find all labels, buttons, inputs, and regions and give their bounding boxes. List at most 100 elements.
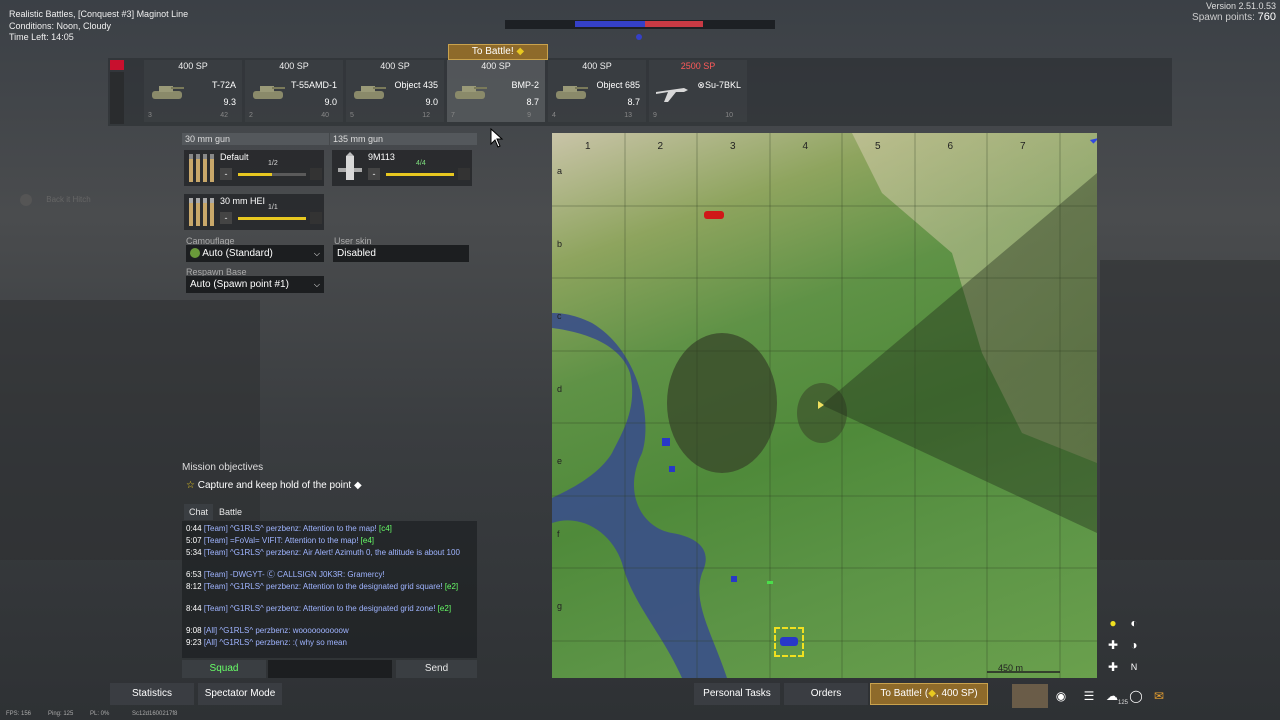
chat-text: [Team] ^G1RLS^ perzbenz: Attention to th… bbox=[203, 604, 436, 613]
map-row-label: a bbox=[557, 166, 563, 176]
vehicle-battle-rating: 8.7 bbox=[627, 97, 640, 107]
vehicle-slot[interactable]: 400 SP T-55AMD-1 9.0 2 40 bbox=[245, 60, 343, 122]
missile-slider[interactable] bbox=[386, 173, 454, 176]
crew-number: 9 bbox=[653, 112, 657, 119]
mail-icon[interactable]: ✉ bbox=[1150, 688, 1168, 704]
vehicle-name: T-72A bbox=[211, 80, 236, 90]
user-skin-dropdown[interactable]: Disabled bbox=[333, 245, 469, 262]
tank-icon bbox=[152, 86, 184, 99]
camouflage-dropdown[interactable]: Auto (Standard) ⌵ bbox=[186, 245, 324, 262]
respawn-base-dropdown[interactable]: Auto (Spawn point #1) ⌵ bbox=[186, 276, 324, 293]
zoom-icon[interactable]: ✚ bbox=[1104, 659, 1122, 675]
to-battle-button[interactable]: To Battle! (◆, 400 SP) bbox=[870, 683, 988, 705]
statistics-button[interactable]: Statistics bbox=[110, 683, 194, 705]
ammo-slot-default[interactable]: Default 1/2 - bbox=[184, 150, 324, 186]
crew-number: 5 bbox=[350, 112, 354, 119]
chat-bubble-icon[interactable]: ◯ bbox=[1127, 688, 1145, 704]
chat-time: 9:08 bbox=[186, 626, 202, 635]
chat-grid-ref: [c4] bbox=[378, 524, 392, 533]
missile-name: 9M113 bbox=[368, 152, 395, 162]
ammo-slider[interactable] bbox=[238, 217, 306, 220]
to-battle-top-button[interactable]: To Battle! ◆ bbox=[448, 44, 548, 60]
chevron-down-icon: ⌵ bbox=[313, 249, 320, 258]
to-battle-top-label: To Battle! bbox=[471, 46, 514, 57]
to-battle-cost: , 400 SP) bbox=[935, 688, 978, 699]
send-button[interactable]: Send bbox=[396, 660, 477, 678]
avatar[interactable] bbox=[1012, 684, 1048, 708]
team-score-red bbox=[645, 21, 703, 27]
ammo-increase-button[interactable] bbox=[310, 168, 322, 180]
chat-message: 8:12 [Team] ^G1RLS^ perzbenz: Attention … bbox=[186, 582, 471, 592]
vehicle-count: 42 bbox=[220, 112, 228, 119]
team-score-bar bbox=[505, 20, 775, 29]
map-row-label: e bbox=[557, 456, 563, 466]
missile-increase-button[interactable] bbox=[458, 168, 470, 180]
vehicle-slot[interactable]: 400 SP Object 435 9.0 5 12 bbox=[346, 60, 444, 122]
tank-icon bbox=[354, 86, 386, 99]
vehicle-slot-footer: 9 10 bbox=[653, 112, 743, 121]
fps-readout: FPS: 156 bbox=[6, 711, 32, 717]
vehicle-count: 40 bbox=[321, 112, 329, 119]
ammo-name: 30 mm HEI bbox=[220, 196, 266, 206]
user-skin-value: Disabled bbox=[337, 248, 376, 259]
ammo-name: Default bbox=[220, 152, 249, 162]
spawn-points: Spawn points: 760 bbox=[1192, 11, 1276, 23]
ammo-slot-hei[interactable]: 30 mm HEI 1/1 - bbox=[184, 194, 324, 230]
chat-text: [Team] =FoVal= VIFIT: Attention to the m… bbox=[203, 536, 359, 545]
chat-log[interactable]: 0:44 [Team] ^G1RLS^ perzbenz: Attention … bbox=[182, 521, 477, 658]
vehicle-name: BMP-2 bbox=[511, 80, 539, 90]
spawn-points-value: 760 bbox=[1257, 11, 1276, 23]
alert-icon[interactable]: ● bbox=[1104, 615, 1122, 631]
squad-button[interactable]: Squad bbox=[182, 660, 266, 678]
map-terrain bbox=[552, 133, 1097, 678]
capture-point-indicator bbox=[636, 34, 642, 40]
missile-decrease-button[interactable]: - bbox=[368, 168, 380, 180]
ammo-decrease-button[interactable]: - bbox=[220, 212, 232, 224]
vehicle-slot[interactable]: 400 SP BMP-2 8.7 7 9 bbox=[447, 60, 545, 122]
vehicle-spawn-cost: 2500 SP bbox=[680, 61, 716, 71]
spawn-points-label: Spawn points: bbox=[1192, 12, 1255, 23]
ammo-increase-button[interactable] bbox=[310, 212, 322, 224]
faded-menu-item: Back it Hitch bbox=[20, 194, 91, 206]
vehicle-count: 9 bbox=[527, 112, 531, 119]
personal-tasks-button[interactable]: Personal Tasks bbox=[694, 683, 780, 705]
ammo-count: 1/2 bbox=[268, 160, 278, 167]
battle-conditions: Conditions: Noon, Cloudy bbox=[9, 21, 112, 31]
chat-time: 5:07 bbox=[186, 536, 202, 545]
tab-battle[interactable]: Battle bbox=[214, 504, 247, 520]
chat-text: [Team] -DWGYT- Ⓒ CALLSIGN J0K3R: Gramerc… bbox=[203, 570, 385, 579]
spawn-coin-icon: ◆ bbox=[928, 688, 936, 699]
vehicle-battle-rating: 9.0 bbox=[425, 97, 438, 107]
vehicle-spawn-cost: 400 SP bbox=[481, 61, 511, 71]
spectator-mode-button[interactable]: Spectator Mode bbox=[198, 683, 282, 705]
list-icon[interactable]: ☰ bbox=[1080, 688, 1098, 704]
globe-icon[interactable]: ◉ bbox=[1052, 688, 1070, 704]
vehicle-slot[interactable]: 400 SP Object 685 8.7 4 13 bbox=[548, 60, 646, 122]
chat-message: 6:53 [Team] -DWGYT- Ⓒ CALLSIGN J0K3R: Gr… bbox=[186, 570, 471, 580]
capture-point-icon: ◆ bbox=[353, 480, 362, 491]
chat-tabs: Chat Battle bbox=[182, 504, 477, 520]
ammo-slider-fill bbox=[238, 173, 272, 176]
orders-button[interactable]: Orders bbox=[784, 683, 868, 705]
vehicle-slot[interactable]: 400 SP T-72A 9.3 3 42 bbox=[144, 60, 242, 122]
ammo-decrease-button[interactable]: - bbox=[220, 168, 232, 180]
vehicle-name: Object 435 bbox=[394, 80, 438, 90]
chat-input[interactable] bbox=[268, 660, 392, 678]
crew-number: 2 bbox=[249, 112, 253, 119]
move-icon[interactable]: ✚ bbox=[1104, 637, 1122, 653]
tactical-map[interactable]: 1 2 3 4 5 6 7 a b c d e f g 450 m bbox=[552, 133, 1097, 678]
ping-readout: Ping: 125 bbox=[48, 711, 74, 717]
missile-count: 4/4 bbox=[416, 160, 426, 167]
map-column-label: 7 bbox=[1020, 141, 1026, 152]
aircraft-icon bbox=[656, 88, 688, 102]
vehicle-battle-rating: 9.3 bbox=[223, 97, 236, 107]
chat-time: 8:12 bbox=[186, 582, 202, 591]
tab-chat[interactable]: Chat bbox=[184, 504, 214, 520]
ammo-slider[interactable] bbox=[238, 173, 306, 176]
vehicle-slot[interactable]: 2500 SP ⊗Su-7BKL 9 10 bbox=[649, 60, 747, 122]
missile-slot[interactable]: 9M113 4/4 - bbox=[332, 150, 472, 186]
vehicle-spawn-cost: 400 SP bbox=[380, 61, 410, 71]
vehicle-name: Object 685 bbox=[596, 80, 640, 90]
vehicle-spawn-cost: 400 SP bbox=[582, 61, 612, 71]
ammo-count: 1/1 bbox=[268, 204, 278, 211]
